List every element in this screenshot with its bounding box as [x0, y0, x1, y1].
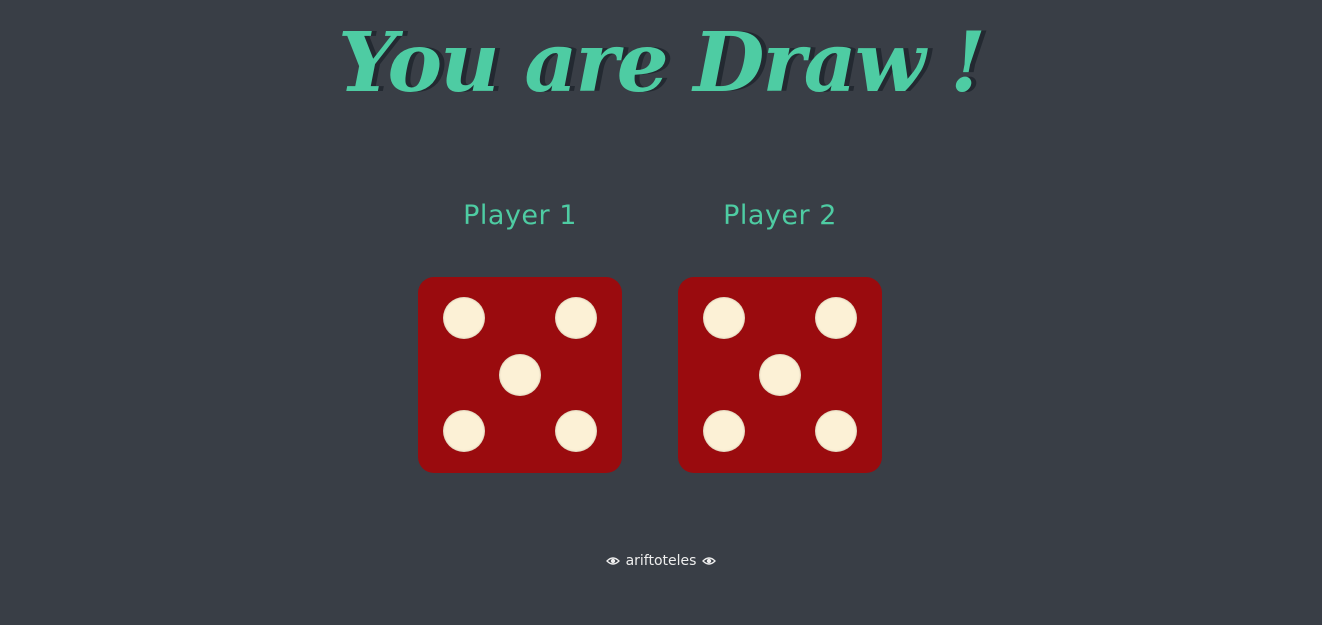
- die-pip: [443, 410, 485, 452]
- die-pip: [499, 354, 541, 396]
- player-1-label: Player 1: [463, 200, 577, 231]
- die-pip: [555, 410, 597, 452]
- player-2-panel: Player 2: [678, 198, 882, 473]
- page-title: You are Draw !: [338, 15, 986, 111]
- die-pip: [555, 297, 597, 339]
- author-credit: ariftoteles: [625, 553, 697, 569]
- eye-icon: [702, 556, 717, 566]
- die-pip: [759, 354, 801, 396]
- player-2-die: [678, 277, 882, 473]
- die-pip: [703, 410, 745, 452]
- player-1-die: [418, 277, 622, 473]
- die-pip: [443, 297, 485, 339]
- player-2-label: Player 2: [723, 200, 837, 231]
- eye-icon: [605, 556, 620, 566]
- die-pip: [815, 297, 857, 339]
- die-pip: [703, 297, 745, 339]
- footer: ariftoteles: [0, 551, 1322, 571]
- die-pip: [815, 410, 857, 452]
- player-1-panel: Player 1: [418, 198, 622, 473]
